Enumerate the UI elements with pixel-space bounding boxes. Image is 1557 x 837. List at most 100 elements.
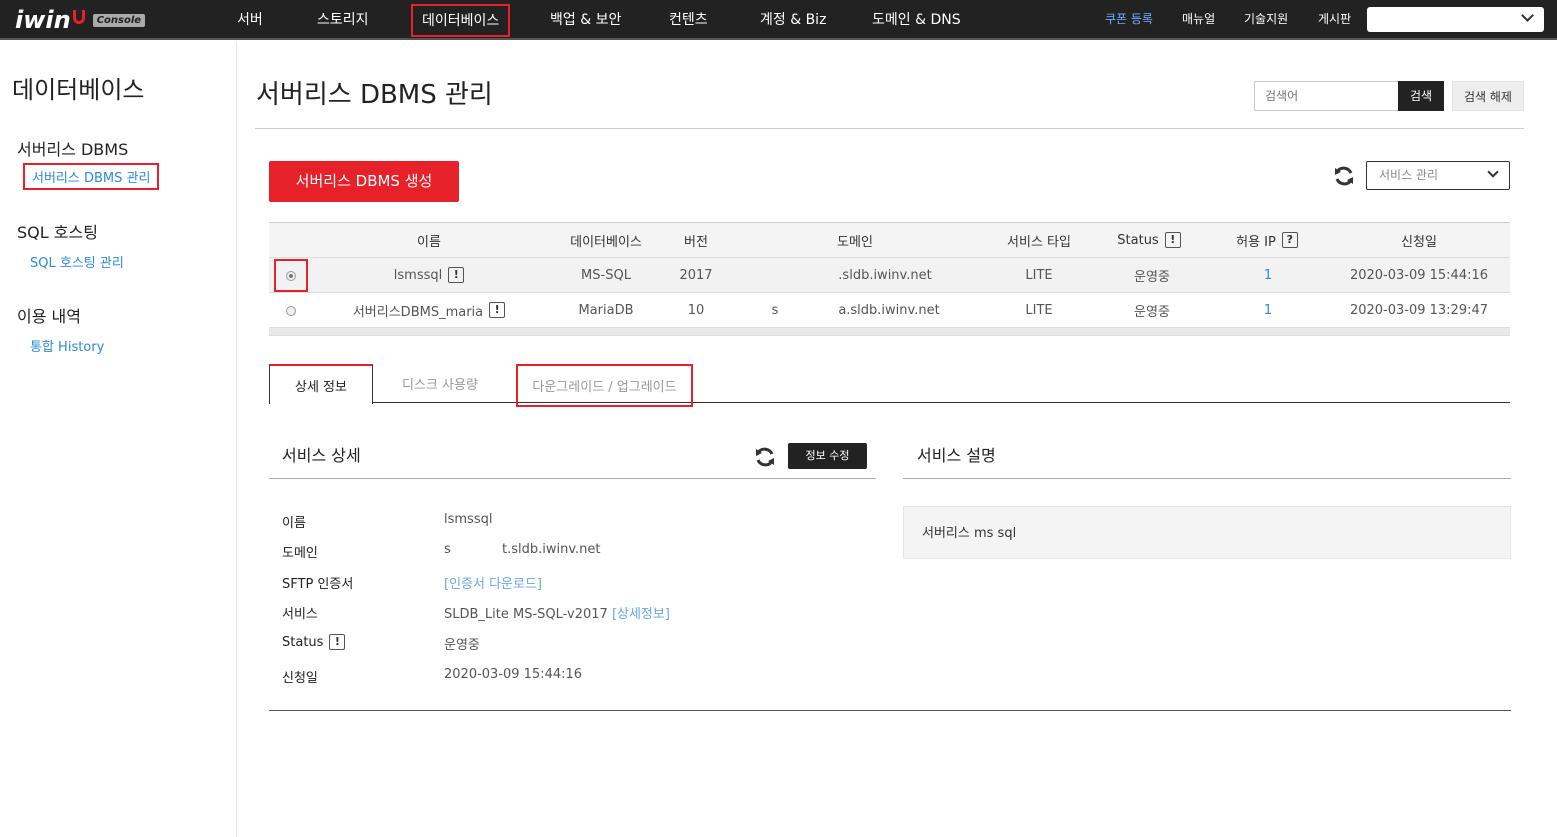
label-sftp: SFTP 인증서 xyxy=(282,577,354,592)
row-date: 2020-03-09 15:44:16 xyxy=(1349,267,1489,283)
value-name: lsmssql xyxy=(444,512,493,527)
table-header: 이름 데이터베이스 버전 도메인 서비스 타입 Status ! 허용 IP ?… xyxy=(269,222,1510,258)
col-domain: 도메인 xyxy=(837,234,873,250)
top-navbar: iwin Console 서버 스토리지 데이터베이스 백업 & 보안 컨텐츠 … xyxy=(0,0,1557,40)
value-domain-prefix: s xyxy=(444,542,451,557)
coupon-link[interactable]: 쿠폰 등록 xyxy=(1105,0,1153,40)
row-status: 운영중 xyxy=(1134,269,1170,285)
row-name: lsmssql ! xyxy=(359,258,499,292)
cert-download-link[interactable]: [인증서 다운로드] xyxy=(444,577,542,592)
sidebar-item-sql-hosting[interactable]: SQL 호스팅 관리 xyxy=(30,252,124,271)
row-status: 운영중 xyxy=(1134,304,1170,320)
board-link[interactable]: 게시판 xyxy=(1318,0,1351,40)
account-select[interactable] xyxy=(1367,7,1544,32)
tab-downgrade-upgrade[interactable]: 다운그레이드 / 업그레이드 xyxy=(516,364,693,407)
row-domain-prefix xyxy=(765,258,785,292)
row-service-type: LITE xyxy=(1025,267,1053,283)
row-name-text: 서버리스DBMS_maria xyxy=(352,304,484,320)
value-date: 2020-03-09 15:44:16 xyxy=(444,667,583,682)
detail-tabs: 상세 정보 디스크 사용량 다운그레이드 / 업그레이드 xyxy=(269,364,1510,407)
col-allowed-ip-label: 허용 IP xyxy=(1236,234,1276,250)
row-database: MS-SQL xyxy=(581,267,631,283)
row-radio-cell[interactable] xyxy=(274,294,308,327)
row-service-type: LITE xyxy=(1025,302,1053,318)
row-domain-prefix: s xyxy=(771,302,779,318)
row-database: MariaDB xyxy=(578,302,634,318)
chevron-down-icon xyxy=(1521,9,1534,22)
nav-backup-security[interactable]: 백업 & 보안 xyxy=(550,0,621,40)
sidebar: 데이터베이스 서버리스 DBMS 서버리스 DBMS 관리 SQL 호스팅 SQ… xyxy=(0,42,237,837)
col-status-label: Status xyxy=(1117,232,1159,248)
table-row[interactable]: lsmssql ! MS-SQL 2017 .sldb.iwinv.net LI… xyxy=(269,258,1510,293)
row-radio[interactable] xyxy=(286,305,296,316)
label-status: Status ! xyxy=(282,634,346,650)
service-detail-link[interactable]: [상세정보] xyxy=(612,607,670,622)
name-info-icon[interactable]: ! xyxy=(489,302,506,318)
row-version: 10 xyxy=(687,302,705,318)
row-radio[interactable] xyxy=(286,270,296,281)
sidebar-item-history[interactable]: 통합 History xyxy=(30,336,104,355)
col-database: 데이터베이스 xyxy=(570,234,642,250)
nav-database[interactable]: 데이터베이스 xyxy=(411,4,511,37)
sidebar-group-history: 이용 내역 xyxy=(17,307,81,326)
row-allowed-ip[interactable]: 1 xyxy=(1248,258,1288,292)
service-manage-select[interactable]: 서비스 관리 xyxy=(1366,161,1510,190)
label-status-text: Status xyxy=(282,634,324,650)
status-info-icon[interactable]: ! xyxy=(329,634,346,650)
nav-server[interactable]: 서버 xyxy=(237,0,263,40)
col-status: Status ! xyxy=(1099,223,1199,257)
label-name: 이름 xyxy=(282,516,306,531)
nav-storage[interactable]: 스토리지 xyxy=(317,0,369,40)
nav-account-biz[interactable]: 계정 & Biz xyxy=(760,0,826,40)
row-radio-cell[interactable] xyxy=(274,259,308,292)
support-link[interactable]: 기술지원 xyxy=(1244,0,1288,40)
logo[interactable]: iwin Console xyxy=(15,5,146,35)
page-title: 서버리스 DBMS 관리 xyxy=(256,80,493,110)
nav-domain-dns[interactable]: 도메인 & DNS xyxy=(872,0,961,40)
bottom-divider xyxy=(269,710,1511,711)
sidebar-item-serverless-dbms[interactable]: 서버리스 DBMS 관리 xyxy=(23,163,160,190)
create-dbms-button[interactable]: 서버리스 DBMS 생성 xyxy=(269,161,459,202)
row-name-text: lsmssql xyxy=(393,267,443,283)
row-name: 서버리스DBMS_maria ! xyxy=(349,293,509,327)
col-date: 신청일 xyxy=(1401,234,1437,250)
chevron-down-icon xyxy=(1487,166,1499,178)
label-date: 신청일 xyxy=(282,671,318,686)
refresh-icon[interactable] xyxy=(1332,164,1356,188)
table-row[interactable]: 서버리스DBMS_maria ! MariaDB 10 s a.sldb.iwi… xyxy=(269,293,1510,328)
sidebar-group-serverless: 서버리스 DBMS xyxy=(17,140,129,159)
table-footer xyxy=(269,328,1510,336)
description-divider xyxy=(903,478,1511,479)
value-service: SLDB_Lite MS-SQL-v2017 [상세정보] xyxy=(444,603,670,622)
edit-info-button[interactable]: 정보 수정 xyxy=(788,443,867,469)
detail-divider xyxy=(269,478,876,479)
manual-link[interactable]: 매뉴얼 xyxy=(1182,0,1215,40)
status-info-icon[interactable]: ! xyxy=(1164,232,1181,248)
search-reset-button[interactable]: 검색 해제 xyxy=(1452,81,1524,111)
nav-contents[interactable]: 컨텐츠 xyxy=(669,0,708,40)
search-input[interactable] xyxy=(1254,81,1398,111)
value-domain: t.sldb.iwinv.net xyxy=(502,542,601,557)
logo-word: iwin xyxy=(15,6,71,34)
service-name: SLDB_Lite MS-SQL-v2017 xyxy=(444,607,608,622)
logo-mark-icon xyxy=(72,10,85,24)
tab-detail-info[interactable]: 상세 정보 xyxy=(269,364,373,404)
row-allowed-ip[interactable]: 1 xyxy=(1248,293,1288,327)
tab-disk-usage[interactable]: 디스크 사용량 xyxy=(389,364,491,403)
row-date: 2020-03-09 13:29:47 xyxy=(1349,302,1489,318)
dbms-table: 이름 데이터베이스 버전 도메인 서비스 타입 Status ! 허용 IP ?… xyxy=(269,222,1510,336)
name-info-icon[interactable]: ! xyxy=(448,267,465,283)
detail-refresh-icon[interactable] xyxy=(753,445,777,469)
allowed-ip-help-icon[interactable]: ? xyxy=(1281,232,1298,248)
value-status: 운영중 xyxy=(444,638,480,653)
row-domain: a.sldb.iwinv.net xyxy=(838,302,940,318)
logo-console-badge: Console xyxy=(92,13,146,27)
row-version: 2017 xyxy=(679,267,713,283)
service-detail-title: 서비스 상세 xyxy=(282,446,361,465)
search-button[interactable]: 검색 xyxy=(1398,81,1444,111)
service-manage-select-value: 서비스 관리 xyxy=(1379,168,1439,182)
title-divider xyxy=(255,128,1524,129)
label-domain: 도메인 xyxy=(282,546,318,561)
value-sftp: [인증서 다운로드] xyxy=(444,573,542,592)
label-service: 서비스 xyxy=(282,607,318,622)
